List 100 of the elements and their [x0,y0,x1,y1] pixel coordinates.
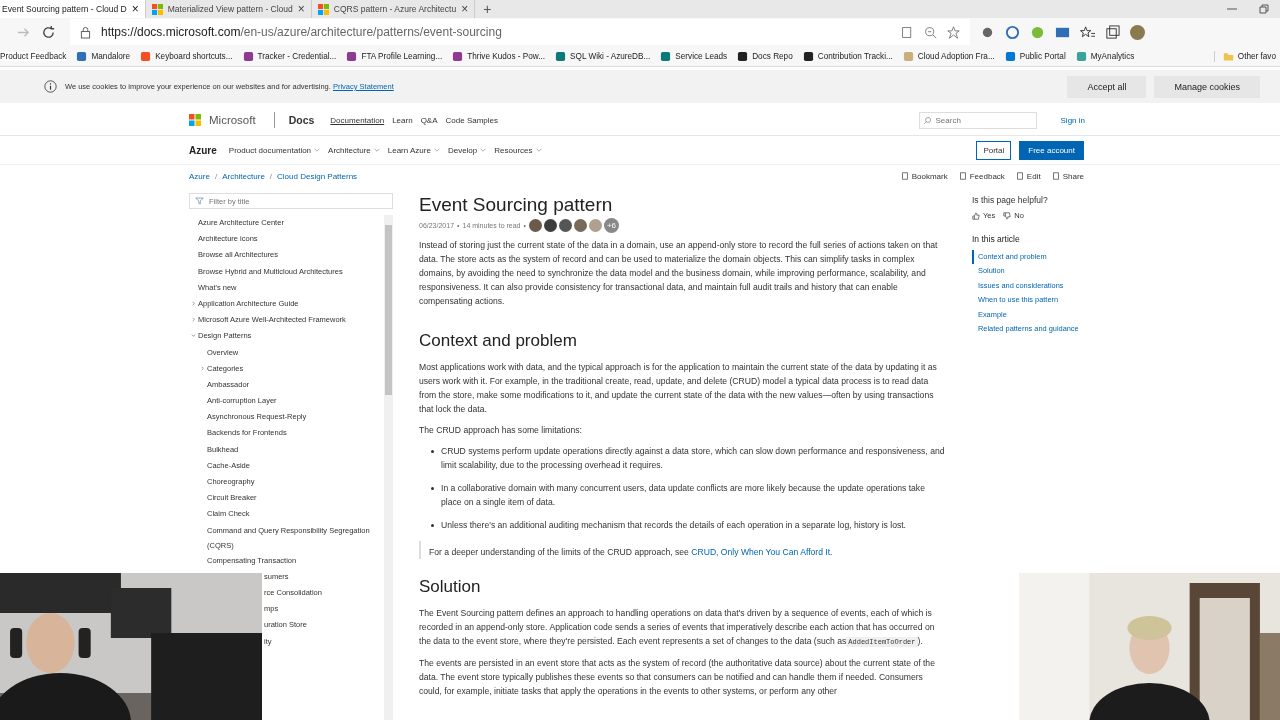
page-action-link[interactable]: Bookmark [900,171,948,181]
chevron-down-icon [535,148,542,152]
bookmark-icon [1075,50,1087,62]
windows-logo-icon [151,3,163,15]
breadcrumb-link[interactable]: Azure [189,171,210,181]
list-item: Unless there's an additional auditing mechanism that records the details of each operation in a separate log, history is lost. [441,519,906,532]
url-text: https://docs.microsoft.com/en-us/azure/architecture/patterns/event-sourcing [101,25,502,39]
breadcrumb-separator: / [269,171,273,181]
article-title: Event Sourcing pattern [419,193,614,217]
nav-menu[interactable]: Develop [447,145,487,155]
site-name[interactable]: Docs [288,114,315,126]
bookmark-icon [802,50,814,62]
nav-menu[interactable]: Resources [494,145,542,155]
list-item: In a collaborative domain with many concurrent users, data update conflicts are more likely because the update operations take place on a single item of data. [441,482,926,509]
restore-icon[interactable] [1258,3,1270,15]
star-icon[interactable] [947,25,960,39]
cookie-button[interactable]: Manage cookies [1154,75,1260,98]
bookmark-icon [346,50,358,62]
scrollbar[interactable] [384,215,393,720]
action-icon [958,172,967,180]
collections-icon[interactable] [1105,24,1120,40]
new-tab-button[interactable]: + [475,1,500,17]
avatar-icon[interactable] [528,219,542,232]
windows-logo-icon [317,3,329,15]
feedback-question: Is this page helpful? [972,195,1049,205]
bookmark-item[interactable]: FTA Profile Learning... [346,50,443,62]
browser-tab[interactable]: Event Sourcing pattern - Cloud D × [0,0,146,18]
favorites-icon[interactable] [1080,24,1095,40]
bookmark-icon [902,50,914,62]
bookmark-item[interactable]: Public Portal [1004,50,1066,62]
toc-title: In this article [972,234,1021,244]
intro-paragraph: Instead of storing just the current state of the data in a domain, use an append-only store to record the full series of actions taken on that data. The store acts as the system of record and can be used to materialize the domain objects. This can simplify tasks in complex domains, by avoiding the need to synchronize the data model and the business domain, while improving performance, scalability, and responsiveness. It can also provide consistency for transactional data, and maintain full audit trails and history that can enable compensating actions. [419,239,939,308]
close-tab-button[interactable]: × [461,2,469,16]
extension-icon[interactable] [1005,24,1020,40]
paragraph: The CRUD approach has some limitations: [419,424,583,437]
breadcrumb-link[interactable]: Cloud Design Patterns [277,171,358,181]
bookmark-item[interactable]: SQL Wiki - AzureDB... [555,50,651,62]
more-contributors[interactable]: +6 [603,218,619,233]
search-icon [922,115,932,125]
bookmark-item[interactable]: Keyboard shortcuts... [140,50,233,62]
zoom-out-icon[interactable] [924,25,937,39]
avatar-icon[interactable] [558,219,572,232]
free-account-button[interactable]: Free account [1019,140,1084,160]
header-link[interactable]: Code Samples [445,115,498,125]
page-action-link[interactable]: Feedback [958,171,1005,181]
portal-button[interactable]: Portal [976,140,1012,160]
bookmark-icon [452,50,464,62]
bookmark-item[interactable]: Contribution Tracki... [802,50,893,62]
breadcrumb-separator: / [214,171,218,181]
chevron-down-icon [433,148,440,152]
paragraph: The events are persisted in an event store that acts as the system of record (the authoritative data source) about the current state of the data. The event store typically publishes these events so that consumers can be notified and can handle them if needed. Consumers could, for example, initiate tasks that apply the operations in the events to other systems, or perform any other [419,657,936,698]
folder-icon [1222,50,1234,62]
bookmark-item[interactable]: Cloud Adoption Fra... [902,50,995,62]
header-link[interactable]: Q&A [420,115,438,125]
bullet-icon [431,487,434,490]
bookmark-icon [555,50,567,62]
bookmark-item[interactable]: Mandalore [76,50,131,62]
bookmark-item[interactable]: Thrive Kudos - Pow... [452,50,546,62]
refresh-icon[interactable] [41,24,56,40]
bookmark-icon [660,50,672,62]
search-field[interactable]: Search [918,111,1037,129]
tab-title: CQRS pattern - Azure Architectu [333,4,457,14]
chevron-down-icon [373,148,380,152]
nav-menu[interactable]: Architecture [328,145,380,155]
header-link[interactable]: Learn [392,115,413,125]
header-link[interactable]: Documentation [330,115,385,125]
chevron-down-icon [314,148,321,152]
bullet-icon [431,524,434,527]
avatar-icon[interactable] [543,219,557,232]
bookmark-item[interactable]: Service Leads [660,50,728,62]
profile-avatar-icon[interactable] [1130,24,1145,40]
cookie-button[interactable]: Accept all [1067,75,1147,98]
sign-in-link[interactable]: Sign in [1060,115,1085,125]
action-icon [1015,172,1024,180]
microsoft-logo-icon [189,114,201,126]
bookmark-icon [140,50,152,62]
bullet-icon [431,450,434,453]
bookmark-icon [737,50,749,62]
close-tab-button[interactable]: × [297,2,305,16]
nav-menu[interactable]: Product documentation [228,145,321,155]
bookmark-icon [1004,50,1016,62]
close-tab-button[interactable]: × [131,2,139,16]
info-icon [44,80,57,93]
bookmark-item[interactable]: Docs Repo [737,50,793,62]
nav-menu[interactable]: Learn Azure [387,145,440,155]
bookmark-item[interactable]: Other favo [1213,50,1276,62]
bookmark-item[interactable]: MyAnalytics [1075,50,1135,62]
tab-title: Event Sourcing pattern - Cloud D [2,4,127,14]
paragraph: Most applications work with data, and the typical approach is for the application to maintain the current state of the data by updating it as users work with it. For example, in the traditional create, read, update, and delete (CRUD) model a typical data process is to read data from the store, make some modifications to it, and update the current state of the data with the new values—often by using transactions that lock the data. [419,361,938,416]
page-action-link[interactable]: Edit [1015,171,1041,181]
section-title[interactable]: Azure [189,144,217,156]
note-text: For a deeper understanding of the limits of the CRUD approach, see CRUD, Only When You Can Afford It. [429,547,833,557]
breadcrumb-link[interactable]: Architecture [222,171,265,181]
bookmark-item[interactable]: Product Feedback [0,51,67,61]
page-action-link[interactable]: Share [1051,171,1084,181]
bookmark-item[interactable]: Tracker - Credential... [242,50,337,62]
avatar-icon[interactable] [573,219,587,232]
tab-title: Materialized View pattern - Cloud [167,4,293,14]
address-bar[interactable]: https://docs.microsoft.com/en-us/azure/architecture/patterns/event-sourcing [70,19,970,45]
reader-icon[interactable] [901,25,914,39]
